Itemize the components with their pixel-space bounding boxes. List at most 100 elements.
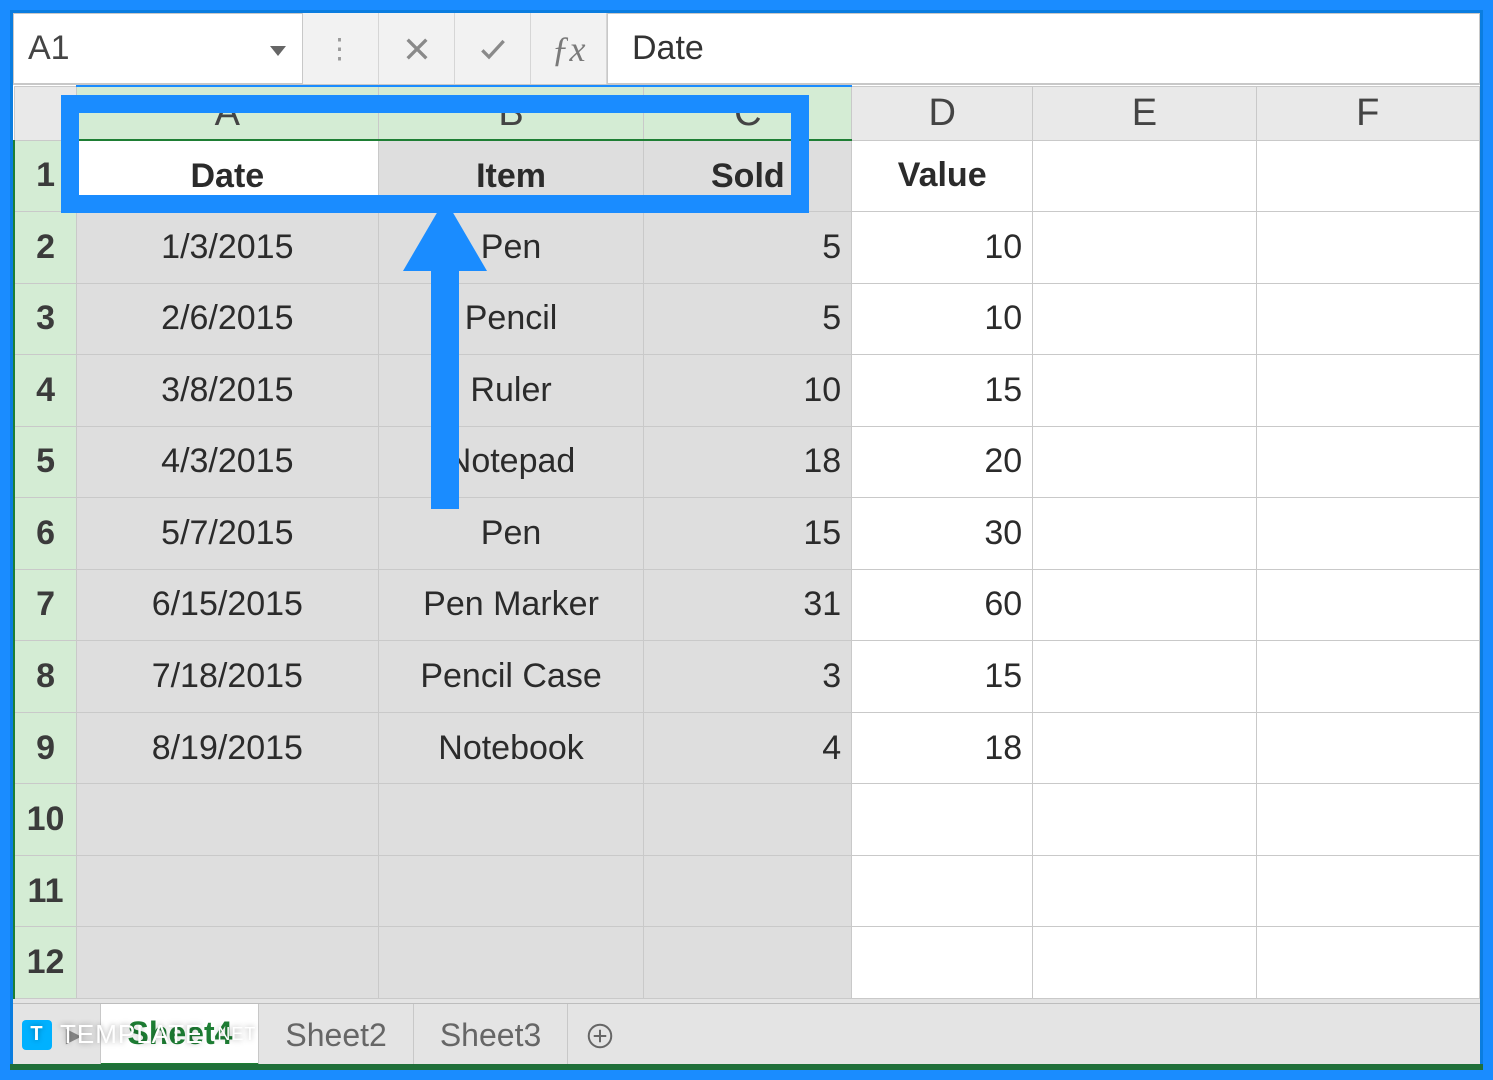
cell-E7[interactable] bbox=[1033, 569, 1256, 641]
row-header-7[interactable]: 7 bbox=[14, 569, 77, 641]
cell-F10[interactable] bbox=[1256, 784, 1479, 856]
cell-A12[interactable] bbox=[77, 927, 379, 999]
cell-F4[interactable] bbox=[1256, 355, 1479, 427]
cell-D10[interactable] bbox=[852, 784, 1033, 856]
col-header-D[interactable]: D bbox=[852, 86, 1033, 140]
cell-E1[interactable] bbox=[1033, 140, 1256, 212]
cell-B5[interactable]: Notepad bbox=[378, 426, 644, 498]
cell-C3[interactable]: 5 bbox=[644, 283, 852, 355]
cell-B4[interactable]: Ruler bbox=[378, 355, 644, 427]
cell-D3[interactable]: 10 bbox=[852, 283, 1033, 355]
cell-E2[interactable] bbox=[1033, 212, 1256, 284]
col-header-A[interactable]: A bbox=[77, 86, 379, 140]
cell-B10[interactable] bbox=[378, 784, 644, 856]
cell-C1[interactable]: Sold bbox=[644, 140, 852, 212]
cell-E10[interactable] bbox=[1033, 784, 1256, 856]
cell-D12[interactable] bbox=[852, 927, 1033, 999]
spreadsheet-grid[interactable]: A B C D E F 1DateItemSoldValue21/3/2015P… bbox=[13, 85, 1480, 999]
cell-B9[interactable]: Notebook bbox=[378, 712, 644, 784]
col-header-C[interactable]: C bbox=[644, 86, 852, 140]
cell-C2[interactable]: 5 bbox=[644, 212, 852, 284]
cell-B3[interactable]: Pencil bbox=[378, 283, 644, 355]
cell-F9[interactable] bbox=[1256, 712, 1479, 784]
cell-C9[interactable]: 4 bbox=[644, 712, 852, 784]
row-header-5[interactable]: 5 bbox=[14, 426, 77, 498]
sheet-tab-sheet2[interactable]: Sheet2 bbox=[259, 1004, 413, 1067]
cell-D11[interactable] bbox=[852, 855, 1033, 927]
cell-A6[interactable]: 5/7/2015 bbox=[77, 498, 379, 570]
cell-A4[interactable]: 3/8/2015 bbox=[77, 355, 379, 427]
cell-F3[interactable] bbox=[1256, 283, 1479, 355]
cell-A5[interactable]: 4/3/2015 bbox=[77, 426, 379, 498]
cancel-button[interactable] bbox=[379, 13, 455, 84]
cell-A9[interactable]: 8/19/2015 bbox=[77, 712, 379, 784]
formula-input[interactable]: Date bbox=[607, 13, 1480, 84]
col-header-E[interactable]: E bbox=[1033, 86, 1256, 140]
name-box[interactable]: A1 bbox=[13, 13, 303, 84]
cell-C5[interactable]: 18 bbox=[644, 426, 852, 498]
cell-F12[interactable] bbox=[1256, 927, 1479, 999]
cell-C11[interactable] bbox=[644, 855, 852, 927]
cell-E6[interactable] bbox=[1033, 498, 1256, 570]
cell-C12[interactable] bbox=[644, 927, 852, 999]
cell-A3[interactable]: 2/6/2015 bbox=[77, 283, 379, 355]
insert-function-button[interactable]: ƒx bbox=[531, 13, 607, 84]
cell-B7[interactable]: Pen Marker bbox=[378, 569, 644, 641]
cell-A10[interactable] bbox=[77, 784, 379, 856]
row-header-2[interactable]: 2 bbox=[14, 212, 77, 284]
cell-A11[interactable] bbox=[77, 855, 379, 927]
row-header-8[interactable]: 8 bbox=[14, 641, 77, 713]
cell-D8[interactable]: 15 bbox=[852, 641, 1033, 713]
cell-F2[interactable] bbox=[1256, 212, 1479, 284]
row-header-4[interactable]: 4 bbox=[14, 355, 77, 427]
row-header-10[interactable]: 10 bbox=[14, 784, 77, 856]
cell-F6[interactable] bbox=[1256, 498, 1479, 570]
cell-E5[interactable] bbox=[1033, 426, 1256, 498]
cell-A2[interactable]: 1/3/2015 bbox=[77, 212, 379, 284]
cell-D9[interactable]: 18 bbox=[852, 712, 1033, 784]
cell-D4[interactable]: 15 bbox=[852, 355, 1033, 427]
cell-E4[interactable] bbox=[1033, 355, 1256, 427]
cell-C7[interactable]: 31 bbox=[644, 569, 852, 641]
cell-D1[interactable]: Value bbox=[852, 140, 1033, 212]
cell-C8[interactable]: 3 bbox=[644, 641, 852, 713]
cell-E11[interactable] bbox=[1033, 855, 1256, 927]
row-header-9[interactable]: 9 bbox=[14, 712, 77, 784]
col-header-B[interactable]: B bbox=[378, 86, 644, 140]
cell-F5[interactable] bbox=[1256, 426, 1479, 498]
row-header-1[interactable]: 1 bbox=[14, 140, 77, 212]
cell-D5[interactable]: 20 bbox=[852, 426, 1033, 498]
cell-B12[interactable] bbox=[378, 927, 644, 999]
cell-B1[interactable]: Item bbox=[378, 140, 644, 212]
select-all-corner[interactable] bbox=[14, 86, 77, 140]
cell-E8[interactable] bbox=[1033, 641, 1256, 713]
cell-B11[interactable] bbox=[378, 855, 644, 927]
cell-D7[interactable]: 60 bbox=[852, 569, 1033, 641]
cell-A8[interactable]: 7/18/2015 bbox=[77, 641, 379, 713]
cell-B8[interactable]: Pencil Case bbox=[378, 641, 644, 713]
cell-B2[interactable]: Pen bbox=[378, 212, 644, 284]
cell-F7[interactable] bbox=[1256, 569, 1479, 641]
cell-C4[interactable]: 10 bbox=[644, 355, 852, 427]
cell-C10[interactable] bbox=[644, 784, 852, 856]
formula-bar-options[interactable]: ⋮ bbox=[303, 13, 379, 84]
cell-D6[interactable]: 30 bbox=[852, 498, 1033, 570]
cell-E9[interactable] bbox=[1033, 712, 1256, 784]
cell-C6[interactable]: 15 bbox=[644, 498, 852, 570]
cell-F8[interactable] bbox=[1256, 641, 1479, 713]
cell-D2[interactable]: 10 bbox=[852, 212, 1033, 284]
row-header-3[interactable]: 3 bbox=[14, 283, 77, 355]
enter-button[interactable] bbox=[455, 13, 531, 84]
sheet-tab-sheet3[interactable]: Sheet3 bbox=[414, 1004, 568, 1067]
cell-F11[interactable] bbox=[1256, 855, 1479, 927]
cell-F1[interactable] bbox=[1256, 140, 1479, 212]
cell-A1[interactable]: Date bbox=[77, 140, 379, 212]
cell-E3[interactable] bbox=[1033, 283, 1256, 355]
row-header-6[interactable]: 6 bbox=[14, 498, 77, 570]
cell-B6[interactable]: Pen bbox=[378, 498, 644, 570]
cell-A7[interactable]: 6/15/2015 bbox=[77, 569, 379, 641]
row-header-12[interactable]: 12 bbox=[14, 927, 77, 999]
add-sheet-button[interactable] bbox=[568, 1021, 632, 1051]
cell-E12[interactable] bbox=[1033, 927, 1256, 999]
col-header-F[interactable]: F bbox=[1256, 86, 1479, 140]
